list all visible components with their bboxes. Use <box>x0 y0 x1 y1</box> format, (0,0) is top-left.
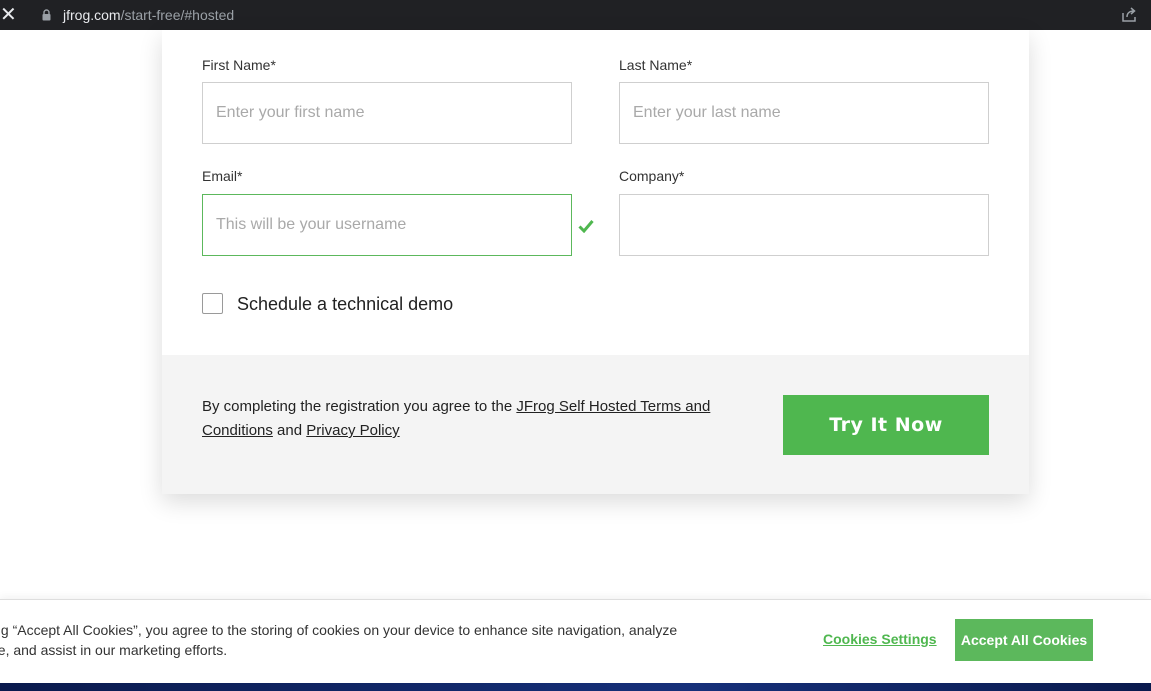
schedule-demo-label[interactable]: Schedule a technical demo <box>237 293 453 315</box>
form-footer: By completing the registration you agree… <box>162 355 1029 494</box>
last-name-label: Last Name* <box>619 57 693 73</box>
company-input[interactable] <box>619 194 989 256</box>
schedule-demo-checkbox[interactable] <box>202 293 223 314</box>
email-label: Email* <box>202 168 243 184</box>
url-domain: jfrog.com <box>63 7 121 23</box>
company-label: Company* <box>619 168 685 184</box>
url-path: /start-free/#hosted <box>120 7 235 23</box>
page-bottom-strip <box>0 683 1151 691</box>
terms-prefix: By completing the registration you agree… <box>202 398 517 415</box>
terms-and: and <box>272 422 307 439</box>
cookie-banner: ing “Accept All Cookies”, you agree to t… <box>0 599 1151 683</box>
last-name-input[interactable] <box>619 82 989 144</box>
cookie-consent-text: ing “Accept All Cookies”, you agree to t… <box>0 622 678 658</box>
share-icon[interactable] <box>1120 6 1138 24</box>
registration-form-card: First Name* Last Name* Email* Company* S… <box>162 30 1029 494</box>
try-it-now-button[interactable]: Try It Now <box>783 395 989 455</box>
cookies-settings-link[interactable]: Cookies Settings <box>823 631 937 647</box>
terms-text: By completing the registration you agree… <box>202 395 722 443</box>
lock-icon <box>42 9 51 21</box>
accept-all-cookies-button[interactable]: Accept All Cookies <box>955 619 1093 661</box>
email-input[interactable] <box>202 194 572 256</box>
first-name-label: First Name* <box>202 57 276 73</box>
privacy-policy-link[interactable]: Privacy Policy <box>306 422 399 439</box>
checkmark-icon <box>578 220 594 233</box>
url-text[interactable]: jfrog.com/start-free/#hosted <box>63 6 234 24</box>
first-name-input[interactable] <box>202 82 572 144</box>
browser-address-bar: ✕ jfrog.com/start-free/#hosted <box>0 0 1151 30</box>
close-icon[interactable]: ✕ <box>0 5 17 25</box>
